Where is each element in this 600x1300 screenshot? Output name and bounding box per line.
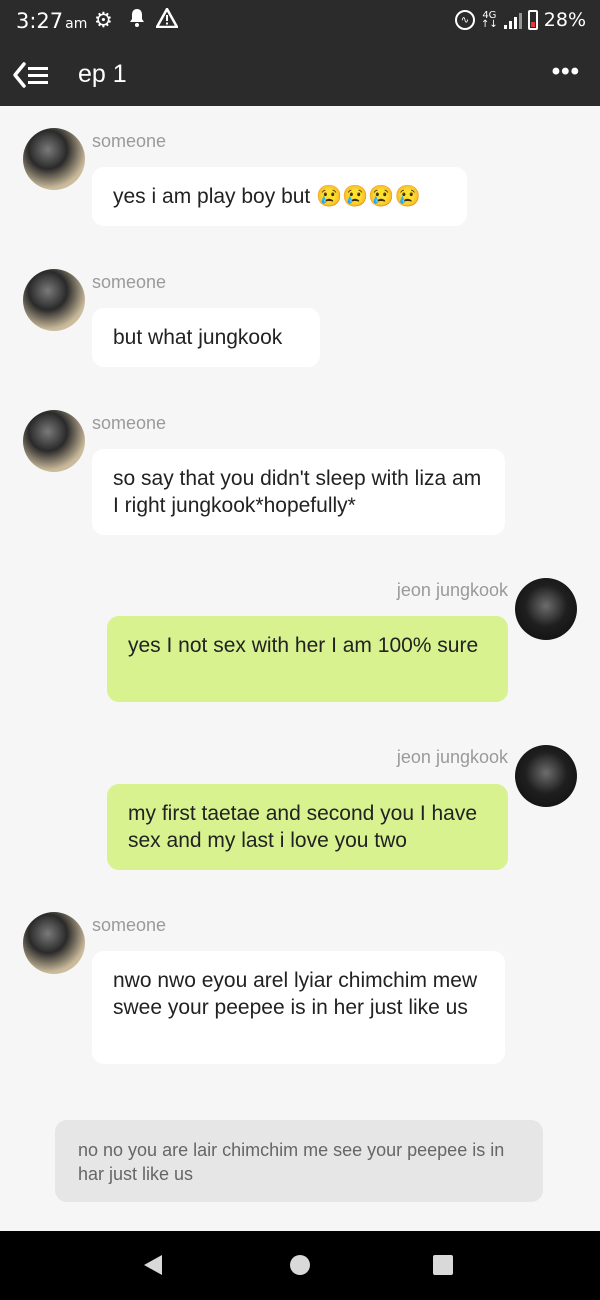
avatar-jeon-jungkook[interactable] (515, 578, 577, 640)
message-bubble: nwo nwo eyou arel lyiar chimchim mew swe… (92, 951, 505, 1064)
network-type-label: 4G (482, 10, 497, 21)
settings-gear-icon: ⚙ (94, 8, 113, 32)
status-right-group: ∿ 4G ↑↓ 28% (455, 9, 586, 31)
notification-bell-icon (128, 8, 146, 33)
message-bubble: so say that you didn't sleep with liza a… (92, 449, 505, 535)
battery-percent: 28% (543, 9, 586, 31)
nav-back-icon[interactable] (144, 1255, 162, 1275)
battery-icon (527, 10, 538, 30)
sender-name: someone (92, 131, 167, 151)
message-bubble: but what jungkook (92, 308, 320, 367)
warning-icon (154, 6, 180, 33)
sender-name: jeon jungkook (396, 747, 508, 767)
nav-recents-icon[interactable] (433, 1255, 453, 1275)
message-bubble: yes I not sex with her I am 100% sure (107, 616, 508, 702)
page-title: ep 1 (78, 60, 127, 88)
hd-voice-icon: ∿ (455, 10, 475, 30)
avatar-someone[interactable] (23, 912, 85, 974)
sender-name: someone (92, 413, 167, 433)
nav-home-icon[interactable] (290, 1255, 310, 1275)
message-bubble: my first taetae and second you I have se… (107, 784, 508, 870)
back-chevron-list-icon (13, 62, 48, 88)
avatar-jeon-jungkook[interactable] (515, 745, 577, 807)
signal-strength-icon (503, 11, 522, 29)
network-type-icon: 4G ↑↓ (481, 10, 498, 30)
status-bar: 3:27 am ⚙ ∿ 4G ↑↓ 28% (0, 0, 600, 44)
avatar-someone[interactable] (23, 128, 85, 190)
sender-name: someone (92, 272, 167, 292)
app-bar: ep 1 ••• (0, 44, 600, 106)
sender-name: someone (92, 915, 167, 935)
avatar-someone[interactable] (23, 269, 85, 331)
status-ampm: am (65, 16, 88, 32)
message-bubble: yes i am play boy but 😢😢😢😢 (92, 167, 467, 226)
back-menu-button[interactable] (12, 58, 52, 92)
sender-name: jeon jungkook (396, 580, 508, 600)
status-time: 3:27 am (16, 9, 87, 33)
more-options-button[interactable]: ••• (552, 58, 580, 86)
narration-note: no no you are lair chimchim me see your … (55, 1120, 543, 1202)
avatar-someone[interactable] (23, 410, 85, 472)
system-nav-bar (0, 1231, 600, 1300)
status-time-value: 3:27 (16, 9, 64, 33)
